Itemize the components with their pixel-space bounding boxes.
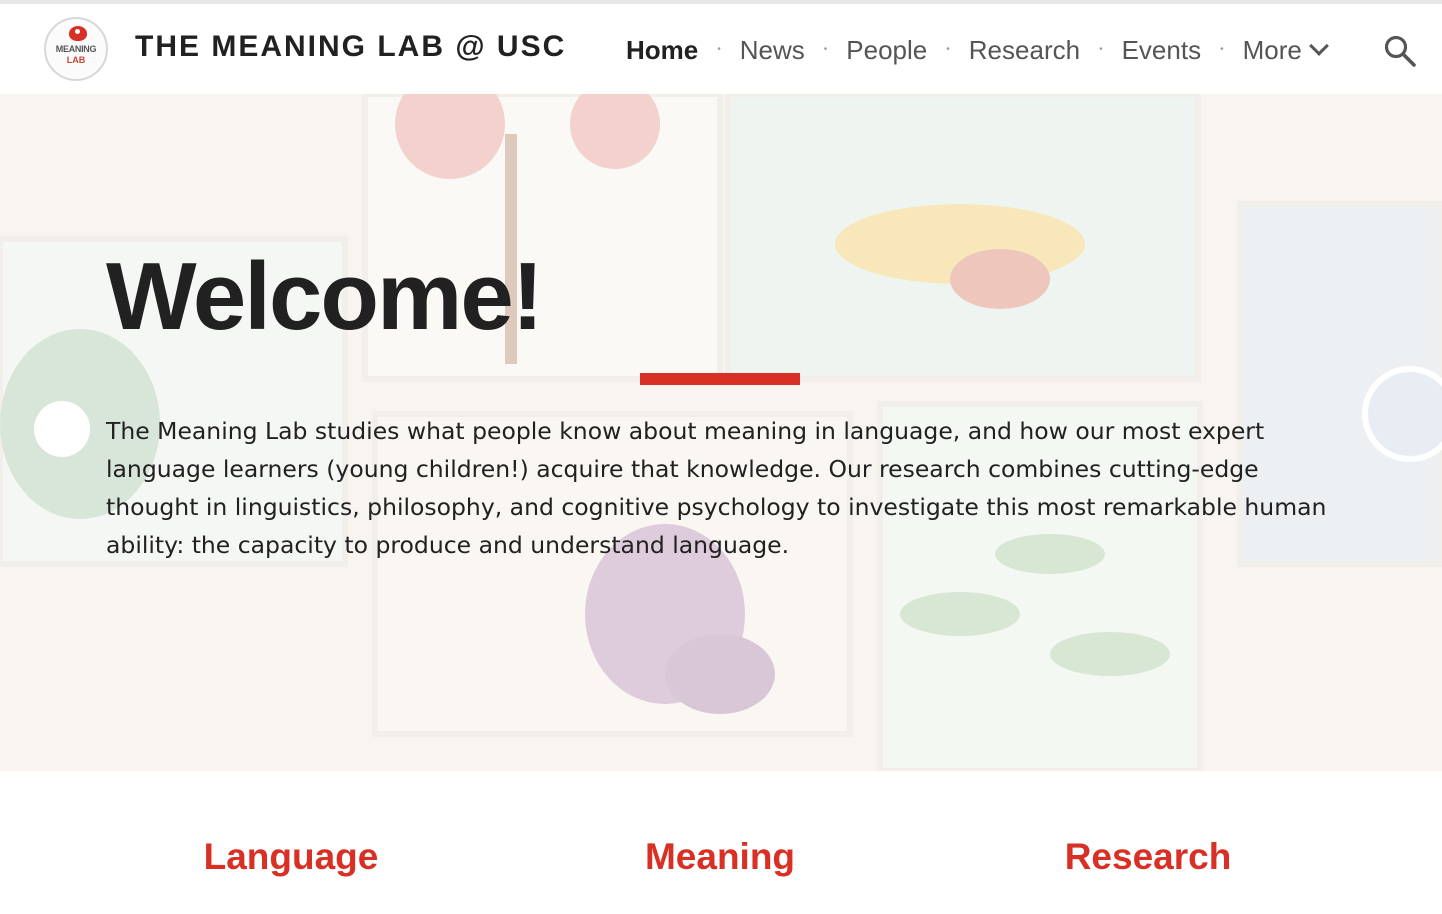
hero-section: Welcome! The Meaning Lab studies what pe… [0, 94, 1442, 771]
nav-separator: • [1220, 44, 1224, 55]
hero-heading: Welcome! [106, 243, 544, 350]
search-icon [1384, 35, 1416, 67]
logo-text-line2: LAB [66, 55, 86, 65]
site-title[interactable]: THE MEANING LAB @ USC [135, 30, 566, 64]
main-nav: Home • News • People • Research • Events… [626, 32, 1329, 68]
nav-item-home[interactable]: Home [626, 35, 698, 66]
nav-item-news[interactable]: News [740, 35, 805, 66]
nav-separator: • [1099, 44, 1103, 55]
section-heading-meaning: Meaning [644, 836, 796, 877]
nav-separator: • [823, 44, 828, 55]
section-heading-research: Research [1064, 836, 1232, 877]
nav-item-people[interactable]: People [846, 35, 927, 66]
nav-item-more[interactable]: More [1242, 34, 1329, 66]
search-button[interactable] [1383, 34, 1417, 68]
accent-divider [640, 373, 800, 385]
chevron-down-icon [1308, 35, 1329, 56]
bird-eye [75, 29, 80, 34]
section-heading-language: Language [203, 836, 379, 877]
hero-intro-text: The Meaning Lab studies what people know… [106, 417, 1327, 559]
nav-item-events[interactable]: Events [1122, 35, 1202, 66]
site-logo[interactable]: MEANING LAB [44, 17, 108, 81]
site-header: MEANING LAB THE MEANING LAB @ USC Home •… [0, 4, 1442, 94]
logo-text-line1: MEANING [55, 44, 97, 54]
nav-separator: • [946, 44, 950, 55]
nav-item-more-label: More [1242, 34, 1302, 65]
nav-item-research[interactable]: Research [969, 35, 1080, 66]
nav-separator: • [717, 44, 721, 55]
